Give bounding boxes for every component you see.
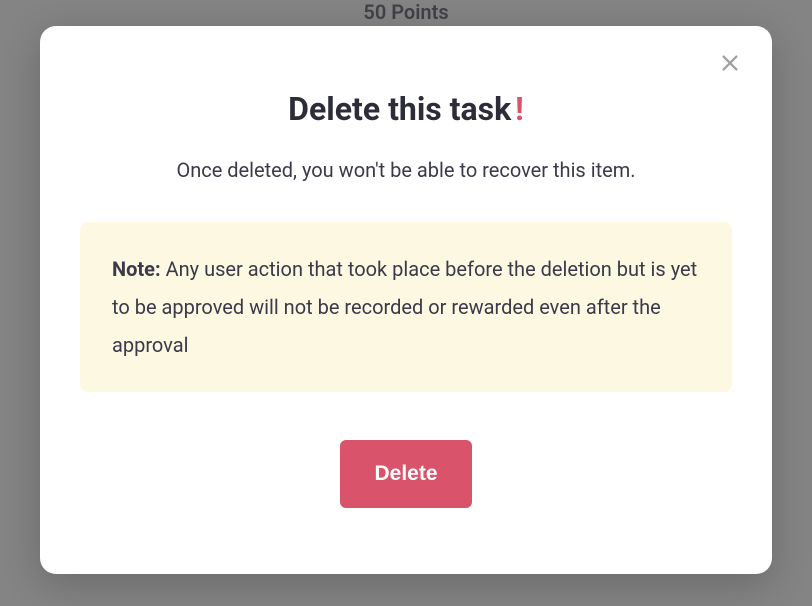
modal-title-text: Delete this task <box>288 90 511 128</box>
note-body: Any user action that took place before t… <box>112 257 697 357</box>
close-button[interactable] <box>716 50 744 78</box>
delete-button[interactable]: Delete <box>340 440 471 508</box>
close-icon <box>719 52 741 77</box>
note-label: Note: <box>112 257 161 281</box>
delete-task-modal: Delete this task! Once deleted, you won'… <box>40 26 772 574</box>
modal-title: Delete this task! <box>120 90 692 128</box>
modal-title-exclaim: ! <box>515 90 524 128</box>
note-text: Note: Any user action that took place be… <box>112 250 700 364</box>
button-row: Delete <box>120 440 692 508</box>
modal-subtitle: Once deleted, you won't be able to recov… <box>120 158 692 182</box>
note-box: Note: Any user action that took place be… <box>80 222 732 392</box>
